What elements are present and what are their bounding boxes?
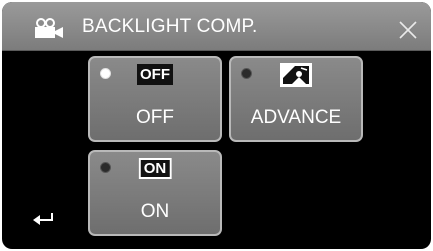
back-arrow-icon[interactable]: [32, 210, 58, 228]
unselected-indicator: [100, 162, 111, 173]
selected-indicator: [100, 68, 111, 79]
camera-screen: BACKLIGHT COMP. OFF OFF ADVANCE ON ON: [2, 2, 431, 249]
option-advance-button[interactable]: ADVANCE: [229, 56, 363, 142]
page-title: BACKLIGHT COMP.: [82, 16, 258, 37]
close-icon[interactable]: [398, 20, 418, 40]
option-off-button[interactable]: OFF OFF: [88, 56, 222, 142]
on-icon: ON: [138, 158, 172, 179]
off-icon: OFF: [137, 64, 173, 85]
unselected-indicator: [241, 68, 252, 79]
option-on-button[interactable]: ON ON: [88, 150, 222, 236]
backlight-advance-icon: [280, 63, 312, 87]
title-bar: BACKLIGHT COMP.: [2, 2, 431, 51]
video-camera-icon: [35, 18, 63, 38]
option-off-label: OFF: [136, 107, 174, 128]
option-advance-label: ADVANCE: [250, 107, 342, 128]
option-on-label: ON: [140, 201, 170, 222]
